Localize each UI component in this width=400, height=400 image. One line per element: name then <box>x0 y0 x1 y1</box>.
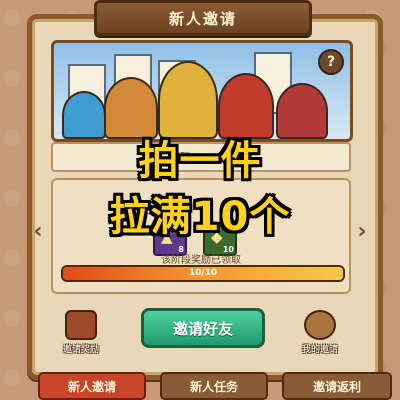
my-invites-button[interactable]: 我的邀请 <box>290 310 350 355</box>
panel-title: 新人邀请 <box>94 0 312 36</box>
progress-bar: 10/10 <box>61 265 345 282</box>
hero-banner: ? <box>51 40 353 142</box>
my-invites-label: 我的邀请 <box>301 345 338 355</box>
avatar-icon <box>304 310 336 340</box>
invite-reward-button[interactable]: 邀请奖励 <box>51 310 111 355</box>
treasure-chest-icon <box>65 310 97 340</box>
promo-caption-line-2: 拉满10个 <box>109 194 291 240</box>
progress-text: 10/10 <box>188 268 218 278</box>
invite-reward-label: 邀请奖励 <box>62 345 99 355</box>
invite-friend-button[interactable]: 邀请好友 <box>141 308 265 348</box>
help-button[interactable]: ? <box>318 49 344 75</box>
promo-caption-line-1: 拍一件 <box>138 138 262 184</box>
tab-new-tasks[interactable]: 新人任务 <box>160 372 268 400</box>
tab-invite-rebate[interactable]: 邀请返利 <box>282 372 392 400</box>
stage-note: 该阶段奖励已领取 <box>161 255 241 266</box>
tab-new-invite[interactable]: 新人邀请 <box>38 372 146 400</box>
